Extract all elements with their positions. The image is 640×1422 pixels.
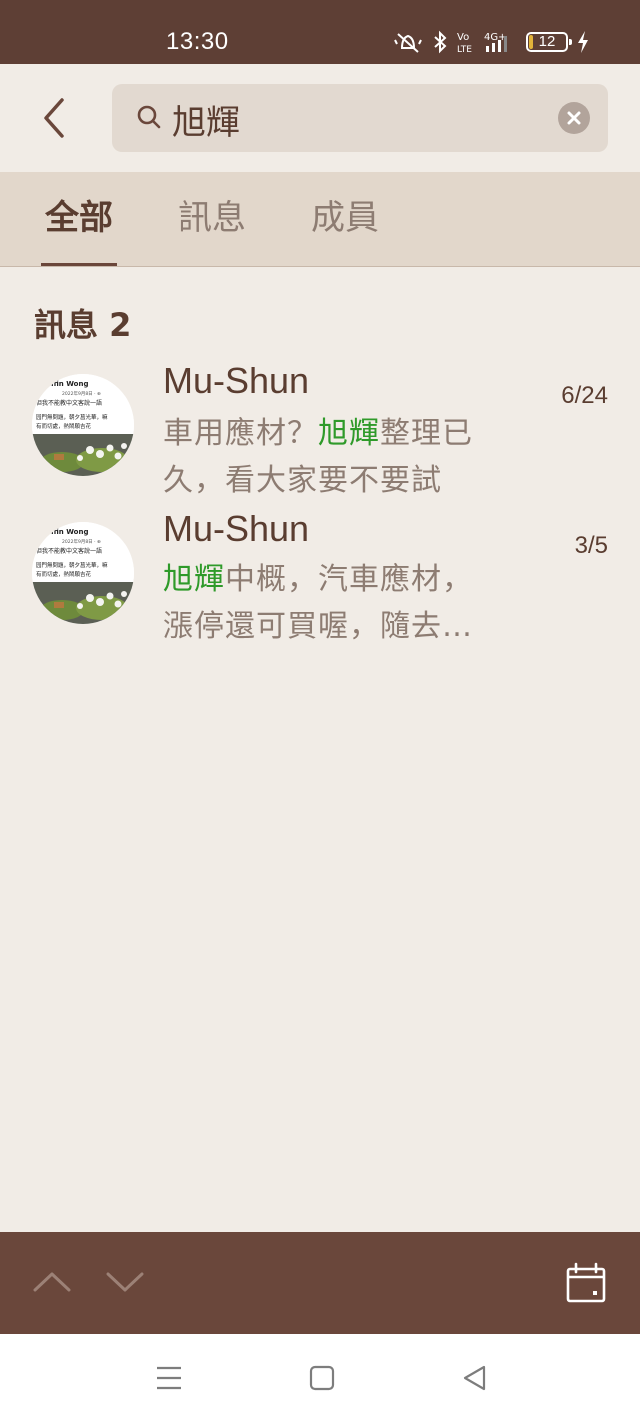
search-input[interactable] [170, 94, 544, 144]
avatar-name: uffin Wong [46, 528, 89, 536]
preview-text: 車用應材？ [163, 416, 318, 451]
charging-icon [576, 30, 590, 54]
preview-text: 久，看大家要不要試 [163, 463, 442, 498]
avatar-date: 2022年9月8日 · ⊕ [62, 390, 101, 397]
highlighted-keyword: 旭輝 [163, 562, 225, 597]
status-time: 13:30 [166, 28, 229, 55]
back-button[interactable] [30, 88, 80, 148]
next-result-button[interactable] [105, 1268, 145, 1300]
status-bar: 13:30 Vo LTE 4G+ 12 [0, 0, 640, 64]
system-navigation-bar [0, 1334, 640, 1422]
status-icons: Vo LTE 4G+ 12 [392, 28, 590, 56]
message-result-item[interactable]: uffin Wong 2022年9月8日 · ⊕ 但我不能教中文客說一語 园門無… [0, 356, 640, 506]
message-preview: 車用應材？旭輝整理已 久，看大家要不要試 [163, 410, 543, 504]
bluetooth-icon [432, 30, 448, 54]
avatar-caption-1: 但我不能教中文客說一語 [36, 547, 102, 555]
svg-text:4G+: 4G+ [484, 32, 507, 43]
avatar-caption-2: 园門無問題，朝夕菖光華，嘛 [36, 413, 108, 421]
preview-text: 漲停還可買喔，隨去… [163, 609, 473, 644]
avatar-caption-1: 但我不能教中文客說一語 [36, 399, 102, 407]
preview-text: 中概，汽車應材， [225, 562, 473, 597]
message-date: 3/5 [574, 532, 608, 559]
chevron-down-icon [106, 1272, 144, 1292]
preview-text: 整理已 [380, 416, 473, 451]
calendar-icon [566, 1262, 606, 1303]
chevron-left-icon [44, 98, 64, 138]
avatar-caption-3: 有而切處，熱鬧願吉花 [36, 422, 92, 430]
avatar-caption-2: 园門無問題，朝夕菖光華，嘛 [36, 561, 108, 569]
message-sender: Mu-Shun [163, 360, 310, 401]
battery-indicator: 12 [526, 32, 572, 52]
volte-icon: Vo LTE [456, 30, 474, 54]
system-back-button[interactable] [462, 1364, 488, 1396]
section-title: 訊息 2 [34, 306, 132, 344]
search-tabs: 全部 訊息 成員 [0, 172, 640, 267]
mute-vibrate-icon [392, 30, 424, 54]
highlighted-keyword: 旭輝 [318, 416, 380, 451]
tab-messages[interactable]: 訊息 [174, 196, 250, 266]
search-header [0, 64, 640, 172]
avatar-caption-3: 有而切處，熱鬧願吉花 [36, 570, 92, 578]
avatar-name: uffin Wong [46, 380, 89, 388]
avatar: uffin Wong 2022年9月8日 · ⊕ 但我不能教中文客說一語 园門無… [32, 374, 134, 476]
message-result-item[interactable]: uffin Wong 2022年9月8日 · ⊕ 但我不能教中文客說一語 园門無… [0, 506, 640, 656]
avatar-date: 2022年9月8日 · ⊕ [62, 538, 101, 545]
signal-4g-icon: 4G+ [482, 30, 518, 54]
menu-icon [157, 1366, 181, 1390]
tab-all[interactable]: 全部 [41, 196, 117, 266]
square-icon [309, 1365, 335, 1391]
tab-members[interactable]: 成員 [307, 196, 383, 266]
message-preview: 旭輝中概，汽車應材， 漲停還可買喔，隨去… [163, 556, 543, 650]
message-date: 6/24 [561, 382, 608, 409]
clear-search-button[interactable] [558, 102, 590, 134]
close-icon [567, 111, 581, 125]
svg-text:Vo: Vo [457, 32, 469, 43]
previous-result-button[interactable] [32, 1268, 72, 1300]
recents-button[interactable] [155, 1364, 183, 1396]
battery-level: 12 [538, 33, 556, 50]
chevron-up-icon [33, 1272, 71, 1292]
svg-text:LTE: LTE [457, 45, 472, 54]
message-sender: Mu-Shun [163, 508, 310, 549]
bottom-action-bar [0, 1232, 640, 1334]
home-button[interactable] [309, 1364, 335, 1396]
search-bar[interactable] [112, 84, 608, 152]
triangle-back-icon [463, 1365, 486, 1391]
calendar-button[interactable] [565, 1262, 607, 1308]
search-icon [136, 104, 162, 136]
avatar: uffin Wong 2022年9月8日 · ⊕ 但我不能教中文客說一語 园門無… [32, 522, 134, 624]
